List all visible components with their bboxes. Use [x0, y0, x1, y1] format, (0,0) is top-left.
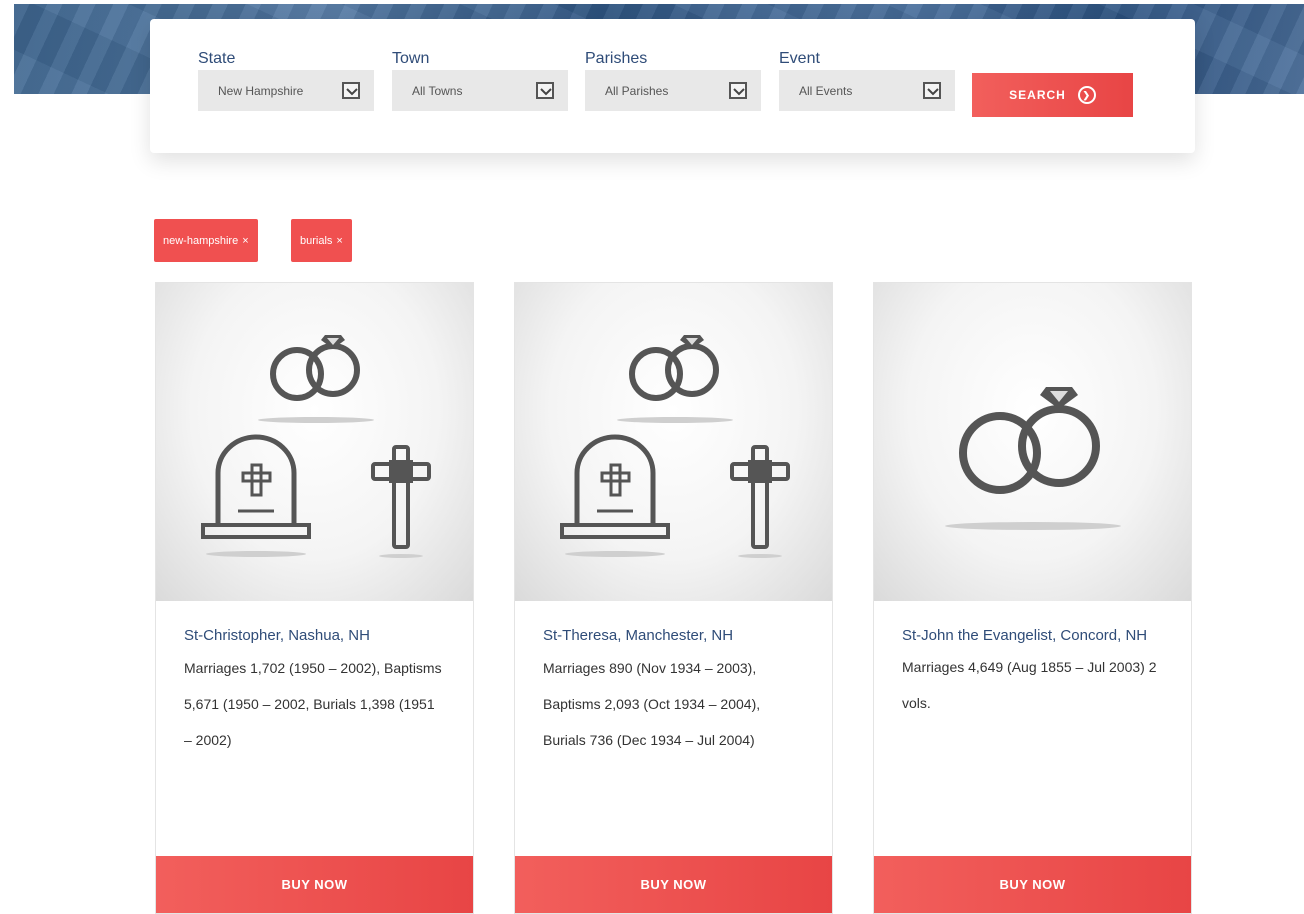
chevron-down-icon [342, 82, 360, 99]
chevron-down-icon [923, 82, 941, 99]
parishes-label: Parishes [585, 50, 648, 67]
parish-card: St-Theresa, Manchester, NH Marriages 890… [514, 282, 833, 914]
wedding-rings-icon [945, 387, 1121, 530]
parishes-select[interactable]: All Parishes [585, 70, 761, 111]
card-description: Marriages 890 (Nov 1934 – 2003), Baptism… [543, 660, 761, 748]
card-image [874, 283, 1191, 601]
parish-card: St-Christopher, Nashua, NH Marriages 1,7… [155, 282, 474, 914]
cross-icon [371, 445, 431, 558]
event-select[interactable]: All Events [779, 70, 955, 111]
search-button[interactable]: SEARCH ❯ [972, 73, 1133, 117]
town-label: Town [392, 50, 430, 67]
card-description: Marriages 1,702 (1950 – 2002), Baptisms … [184, 660, 442, 748]
tombstone-icon [560, 434, 670, 557]
filter-tag-label: new-hampshire [163, 234, 239, 247]
card-image [515, 283, 832, 601]
parishes-field: Parishes All Parishes [585, 49, 761, 111]
town-field: Town All Towns [392, 49, 568, 111]
parish-card: St-John the Evangelist, Concord, NH Marr… [873, 282, 1192, 914]
event-select-value: All Events [799, 83, 853, 98]
filter-tag-burials[interactable]: burials × [291, 219, 352, 262]
filter-tag-label: burials [300, 234, 333, 247]
card-title[interactable]: St-Christopher, Nashua, NH [184, 625, 445, 646]
card-title[interactable]: St-Theresa, Manchester, NH [543, 625, 804, 646]
chevron-down-icon [536, 82, 554, 99]
state-field: State New Hampshire [198, 49, 374, 111]
town-select-value: All Towns [412, 83, 463, 98]
state-select-value: New Hampshire [218, 83, 304, 98]
buy-now-button[interactable]: BUY NOW [515, 856, 832, 913]
close-icon[interactable]: × [336, 235, 342, 247]
buy-now-button[interactable]: BUY NOW [156, 856, 473, 913]
wedding-rings-icon [617, 335, 733, 423]
search-button-label: SEARCH [1009, 88, 1066, 102]
event-field: Event All Events [779, 49, 955, 111]
card-title[interactable]: St-John the Evangelist, Concord, NH [902, 625, 1163, 646]
filter-tag-new-hampshire[interactable]: new-hampshire × [154, 219, 258, 262]
town-select[interactable]: All Towns [392, 70, 568, 111]
cross-icon [730, 445, 790, 558]
event-label: Event [779, 50, 820, 67]
state-select[interactable]: New Hampshire [198, 70, 374, 111]
wedding-rings-icon [258, 335, 374, 423]
state-label: State [198, 50, 236, 67]
arrow-circle-icon: ❯ [1077, 86, 1096, 104]
parishes-select-value: All Parishes [605, 83, 669, 98]
card-description: Marriages 4,649 (Aug 1855 – Jul 2003) 2 … [902, 659, 1157, 711]
search-panel: State New Hampshire Town All Towns Paris… [150, 19, 1195, 153]
buy-now-button[interactable]: BUY NOW [874, 856, 1191, 913]
close-icon[interactable]: × [242, 235, 248, 247]
card-image [156, 283, 473, 601]
chevron-down-icon [729, 82, 747, 99]
tombstone-icon [201, 434, 311, 557]
